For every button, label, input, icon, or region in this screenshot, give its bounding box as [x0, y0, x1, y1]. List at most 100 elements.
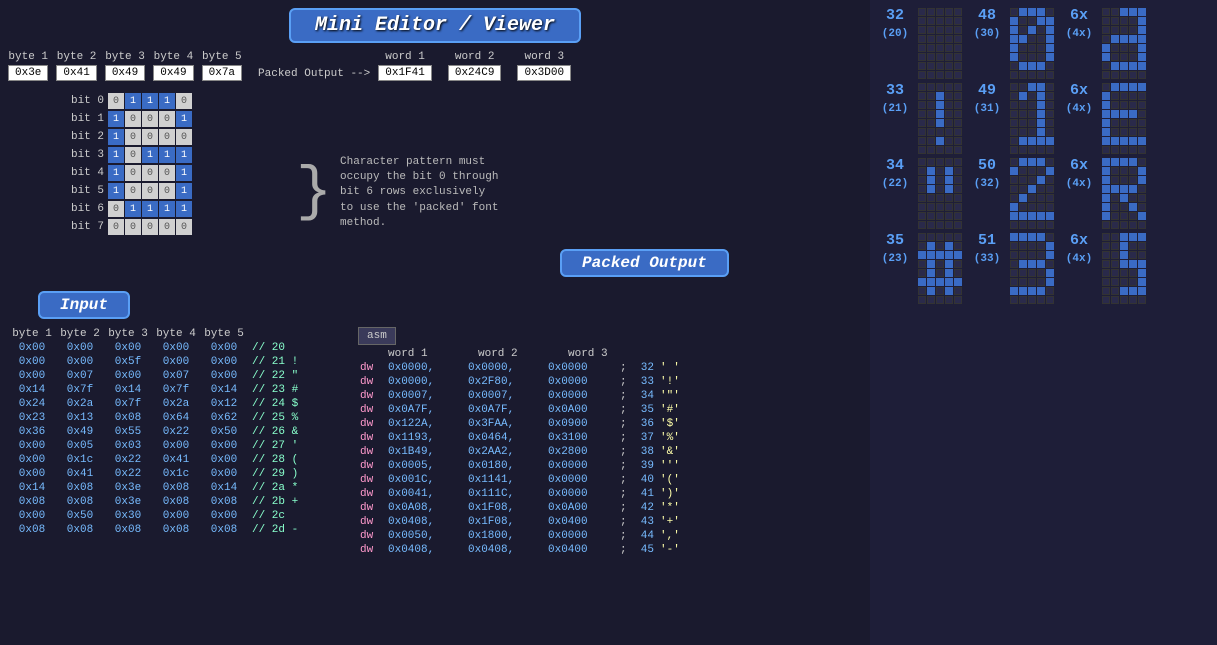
char-num: 32 [630, 361, 658, 375]
char-cell [1102, 83, 1110, 91]
byte-cell: 0x50 [56, 509, 104, 523]
bit-cells: 10000 [108, 129, 192, 145]
char-cell [1129, 35, 1137, 43]
char-cell [1120, 167, 1128, 175]
char-preview-row: 32(20)48(30)6x(4x) [874, 8, 1213, 79]
byte-cell: 0x08 [104, 411, 152, 425]
char-cell [1129, 221, 1137, 229]
char-cell [1129, 62, 1137, 70]
data-section: byte 1byte 2byte 3byte 4byte 50x000x000x… [8, 327, 862, 557]
bracket-note: } Character pattern must occupy the bit … [296, 109, 500, 277]
char-cell [918, 176, 926, 184]
col-header: byte 5 [200, 327, 248, 341]
byte-label: byte 1 [8, 51, 48, 63]
char-cell [954, 62, 962, 70]
char-number: 33(21) [874, 83, 916, 116]
byte-col-4: byte 40x49 [153, 51, 193, 81]
char-cell [1138, 110, 1146, 118]
char-cell [1046, 212, 1054, 220]
char-cell [1028, 83, 1036, 91]
char-cell [954, 221, 962, 229]
char-cell [1102, 17, 1110, 25]
char-cell [927, 62, 935, 70]
char-cell [1111, 119, 1119, 127]
char-cell [918, 221, 926, 229]
char-cell [1019, 158, 1027, 166]
bit-cell: 1 [108, 129, 124, 145]
char-cell [1019, 251, 1027, 259]
char-cell [945, 260, 953, 268]
char-cell [1138, 119, 1146, 127]
bit-cell: 1 [142, 201, 158, 217]
char-cell [918, 8, 926, 16]
table-row: 0x000x500x300x000x00// 2c [8, 509, 338, 523]
semicolon: ; [618, 417, 630, 431]
char-cell [945, 278, 953, 286]
char-cell [1037, 242, 1045, 250]
char-cell [1120, 17, 1128, 25]
char-number: 34(22) [874, 158, 916, 191]
table-row: 0x000x050x030x000x00// 27 ' [8, 439, 338, 453]
char-cell [918, 233, 926, 241]
byte-cell: 0x08 [200, 495, 248, 509]
char-cell [918, 167, 926, 175]
char-cell [918, 35, 926, 43]
char-cell [1028, 17, 1036, 25]
bit-cell: 1 [108, 183, 124, 199]
comment-cell: // 2a * [248, 481, 308, 495]
char-cell [1120, 101, 1128, 109]
word-cell: 0x1193, [386, 431, 466, 445]
bit-cells: 10001 [108, 165, 192, 181]
char-cell [918, 101, 926, 109]
bit-row-label: bit 6 [68, 203, 104, 215]
char-preview: 49(31) [966, 83, 1054, 154]
char-cell [1037, 128, 1045, 136]
char-cell [945, 194, 953, 202]
char-cell [945, 203, 953, 211]
char-cell [954, 167, 962, 175]
word-cell: 0x0000 [546, 389, 618, 403]
char-cell [1037, 251, 1045, 259]
word-cell: 0x0041, [386, 487, 466, 501]
char-cell [1019, 269, 1027, 277]
bit-cell: 0 [142, 165, 158, 181]
char-cell [936, 251, 944, 259]
comment-cell: // 23 # [248, 383, 308, 397]
char-preview: 51(33) [966, 233, 1054, 304]
byte-cell: 0x24 [8, 397, 56, 411]
char-cell [927, 101, 935, 109]
char-grid [918, 8, 962, 79]
char-cell [1129, 158, 1137, 166]
char-num: 39 [630, 459, 658, 473]
char-cell [1102, 44, 1110, 52]
char-cell [1019, 203, 1027, 211]
comment-cell: // 26 & [248, 425, 308, 439]
word-col-3: word 30x3D00 [517, 51, 571, 81]
char-cell [945, 71, 953, 79]
table-row: 0x240x2a0x7f0x2a0x12// 24 $ [8, 397, 338, 411]
char-cell [1129, 296, 1137, 304]
word-cell: 0x0400 [546, 543, 618, 557]
char-num: 43 [630, 515, 658, 529]
char-cell [1046, 269, 1054, 277]
bit-cell: 1 [159, 147, 175, 163]
char-cell [1111, 260, 1119, 268]
byte-cell: 0x08 [200, 523, 248, 537]
asm-tab[interactable]: asm [358, 327, 396, 345]
word-cell: 0x0000, [386, 361, 466, 375]
bit-cell: 0 [142, 129, 158, 145]
dw-keyword: dw [358, 417, 386, 431]
char-cell [1046, 260, 1054, 268]
semicolon: ; [618, 515, 630, 529]
output-table-row: dw0x1B49,0x2AA2,0x2800;38'&' [358, 445, 862, 459]
char-cell [1138, 8, 1146, 16]
output-col-header: word 1 [386, 347, 476, 361]
semicolon: ; [618, 473, 630, 487]
char-cell [1102, 269, 1110, 277]
char-cell [1129, 137, 1137, 145]
char-cell [1111, 176, 1119, 184]
char-cell [1120, 26, 1128, 34]
bit-cell: 0 [108, 219, 124, 235]
char-cell [1046, 221, 1054, 229]
char-cell [1019, 92, 1027, 100]
